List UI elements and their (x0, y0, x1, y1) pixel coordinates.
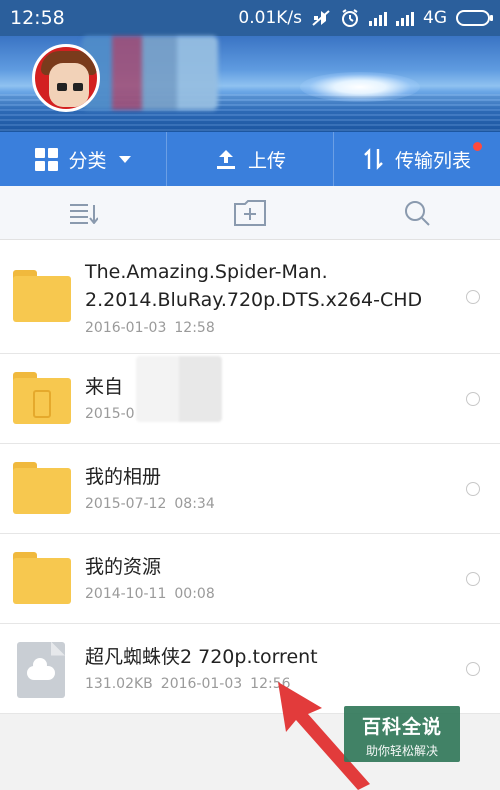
new-folder-button[interactable] (167, 186, 334, 239)
item-meta: 2016-01-03 12:58 (85, 320, 466, 336)
item-name: 我的相册 (85, 466, 162, 488)
folder-icon (13, 551, 71, 606)
grid-icon (35, 147, 59, 171)
username-redacted (82, 36, 218, 110)
transfer-icon (364, 148, 383, 170)
item-size: 131.02KB (85, 676, 153, 692)
list-item[interactable]: 超凡蜘蛛侠2 720p.torrent 131.02KB 2016-01-03 12… (0, 624, 500, 714)
new-folder-icon (234, 199, 266, 226)
watermark-logo: 百科全说 助你轻松解决 (344, 706, 460, 762)
item-date: 2015-0 (85, 406, 135, 422)
search-icon (404, 200, 430, 226)
network-speed: 0.01K/s (238, 8, 302, 28)
list-item[interactable]: 我的资源 2014-10-11 00:08 (0, 534, 500, 624)
status-right: 0.01K/s 4G (238, 8, 493, 28)
select-radio[interactable] (466, 571, 480, 586)
notification-badge (473, 142, 482, 151)
item-meta: 2015-07-12 08:34 (85, 496, 466, 512)
list-item[interactable]: The.Amazing.Spider-Man. 2.2014.BluRay.72… (0, 240, 500, 354)
torrent-file-icon (13, 641, 71, 698)
file-list: The.Amazing.Spider-Man. 2.2014.BluRay.72… (0, 240, 500, 714)
select-radio[interactable] (466, 661, 480, 676)
select-radio[interactable] (466, 289, 480, 304)
avatar-eye-left (57, 83, 67, 91)
item-date: 2014-10-11 (85, 586, 167, 602)
battery-icon (456, 10, 493, 26)
category-label: 分类 (68, 149, 107, 172)
sort-icon (70, 203, 99, 224)
signal-icon-2 (396, 10, 414, 26)
tool-row (0, 186, 500, 240)
mute-icon (312, 10, 330, 26)
category-button[interactable]: 分类 (0, 132, 166, 186)
item-meta: 2014-10-11 00:08 (85, 586, 466, 602)
item-text: 我的资源 2014-10-11 00:08 (85, 555, 466, 602)
item-date: 2016-01-03 (85, 319, 167, 336)
select-radio[interactable] (466, 481, 480, 496)
status-time: 12:58 (10, 7, 65, 29)
avatar-eye-right (73, 83, 83, 91)
avatar-face (49, 63, 89, 107)
item-date: 2015-07-12 (85, 496, 167, 512)
redacted-text (136, 356, 222, 422)
list-item[interactable]: 我的相册 2015-07-12 08:34 (0, 444, 500, 534)
search-button[interactable] (333, 186, 500, 239)
watermark-subtitle: 助你轻松解决 (365, 744, 438, 758)
signal-icon (369, 10, 387, 26)
item-time: 00:08 (174, 586, 215, 602)
status-bar: 12:58 0.01K/s 4G (0, 0, 500, 36)
upload-button[interactable]: 上传 (166, 132, 333, 186)
transfer-list-button[interactable]: 传输列表 (333, 132, 500, 186)
folder-icon (13, 269, 71, 324)
avatar[interactable] (32, 44, 100, 112)
alarm-icon (342, 9, 358, 27)
upload-icon (216, 150, 235, 169)
item-date: 2016-01-03 (160, 676, 243, 692)
item-text: 我的相册 2015-07-12 08:34 (85, 465, 466, 512)
phone-folder-icon (13, 371, 71, 426)
list-item[interactable]: 来自 2015-0 (0, 354, 500, 444)
select-radio[interactable] (466, 391, 480, 406)
folder-icon (13, 461, 71, 516)
main-toolbar: 分类 上传 传输列表 (0, 132, 500, 186)
sort-button[interactable] (0, 186, 167, 239)
caret-down-icon (118, 155, 131, 163)
network-type: 4G (423, 8, 447, 28)
item-name: The.Amazing.Spider-Man. 2.2014.BluRay.72… (85, 258, 466, 314)
item-text: The.Amazing.Spider-Man. 2.2014.BluRay.72… (85, 258, 466, 336)
item-time: 08:34 (174, 496, 215, 512)
upload-label: 上传 (247, 149, 286, 172)
watermark-title: 百科全说 (361, 716, 442, 738)
item-name: 我的资源 (85, 556, 162, 578)
item-time: 12:58 (174, 319, 215, 336)
transfer-label: 传输列表 (394, 149, 471, 172)
item-name-line: The.Amazing.Spider-Man. 2.2014.BluRay.72… (85, 260, 423, 311)
